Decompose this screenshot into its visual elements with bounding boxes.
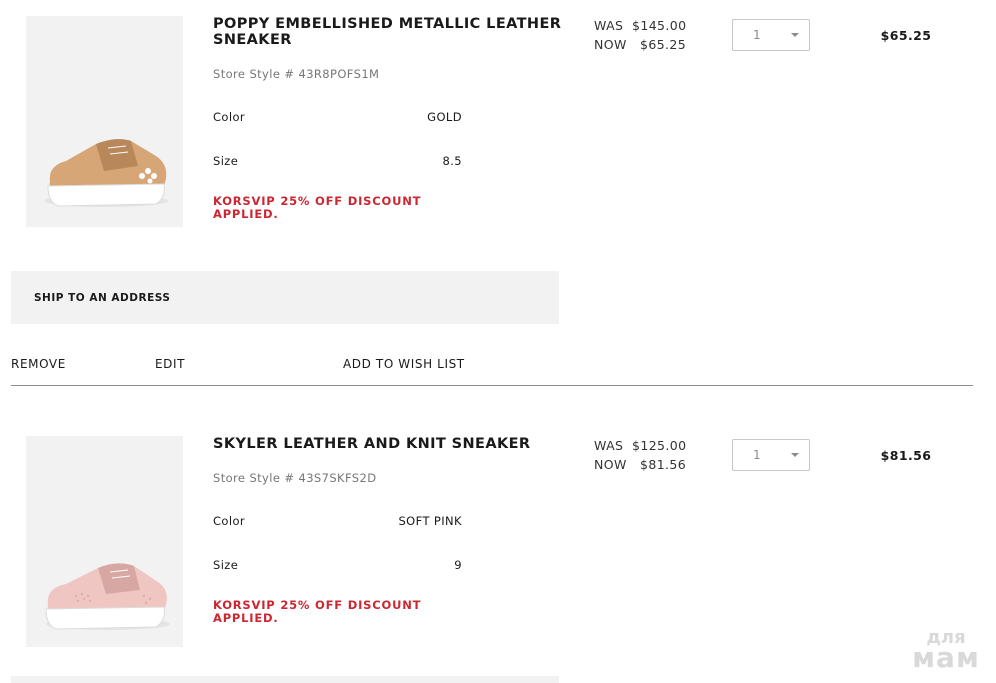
product-title[interactable]: SKYLER LEATHER AND KNIT SNEAKER [213, 436, 568, 452]
line-total: $81.56 [880, 448, 932, 463]
gold-sneaker-icon [44, 139, 168, 207]
ship-to-address-option[interactable]: SHIP TO AN ADDRESS [11, 271, 559, 324]
promo-message: KORSVIP 25% OFF DISCOUNT APPLIED. [213, 194, 422, 221]
color-label: Color [213, 514, 246, 528]
edit-button[interactable]: EDIT [155, 357, 185, 371]
color-label: Color [213, 110, 246, 124]
now-price: $81.56 [640, 457, 687, 472]
now-price: $65.25 [640, 37, 687, 52]
chevron-down-icon [791, 453, 799, 457]
was-price: $145.00 [632, 18, 687, 33]
ship-to-address-label: SHIP TO AN ADDRESS [34, 292, 171, 304]
size-value: 9 [454, 558, 462, 572]
store-style-number: Store Style # 43S7SKFS2D [213, 471, 377, 485]
watermark-logo: для мам [906, 628, 986, 678]
size-row: Size 9 [213, 558, 462, 572]
size-label: Size [213, 558, 239, 572]
product-image[interactable] [26, 16, 183, 227]
add-to-wish-list-button[interactable]: ADD TO WISH LIST [343, 357, 465, 371]
size-value: 8.5 [442, 154, 462, 168]
chevron-down-icon [791, 33, 799, 37]
price-block: WAS $145.00 NOW $65.25 [594, 16, 687, 54]
remove-button[interactable]: REMOVE [11, 357, 66, 371]
now-label: NOW [594, 37, 627, 52]
was-label: WAS [594, 18, 624, 33]
was-label: WAS [594, 438, 624, 453]
line-total: $65.25 [880, 28, 932, 43]
product-title[interactable]: POPPY EMBELLISHED METALLIC LEATHER SNEAK… [213, 16, 568, 48]
color-row: Color GOLD [213, 110, 462, 124]
size-label: Size [213, 154, 239, 168]
color-value: GOLD [427, 110, 462, 124]
quantity-select[interactable]: 1 [732, 19, 810, 51]
quantity-select[interactable]: 1 [732, 439, 810, 471]
price-block: WAS $125.00 NOW $81.56 [594, 436, 687, 474]
watermark-line2: мам [912, 641, 980, 674]
was-price: $125.00 [632, 438, 687, 453]
size-row: Size 8.5 [213, 154, 462, 168]
item-divider [11, 385, 973, 386]
now-label: NOW [594, 457, 627, 472]
color-row: Color SOFT PINK [213, 514, 462, 528]
store-style-number: Store Style # 43R8POFS1M [213, 67, 380, 81]
promo-message: KORSVIP 25% OFF DISCOUNT APPLIED. [213, 598, 422, 625]
quantity-value: 1 [753, 28, 761, 42]
product-image[interactable] [26, 436, 183, 647]
ship-to-address-option[interactable] [11, 676, 559, 683]
pink-sneaker-icon [45, 563, 170, 630]
color-value: SOFT PINK [398, 514, 462, 528]
quantity-value: 1 [753, 448, 761, 462]
